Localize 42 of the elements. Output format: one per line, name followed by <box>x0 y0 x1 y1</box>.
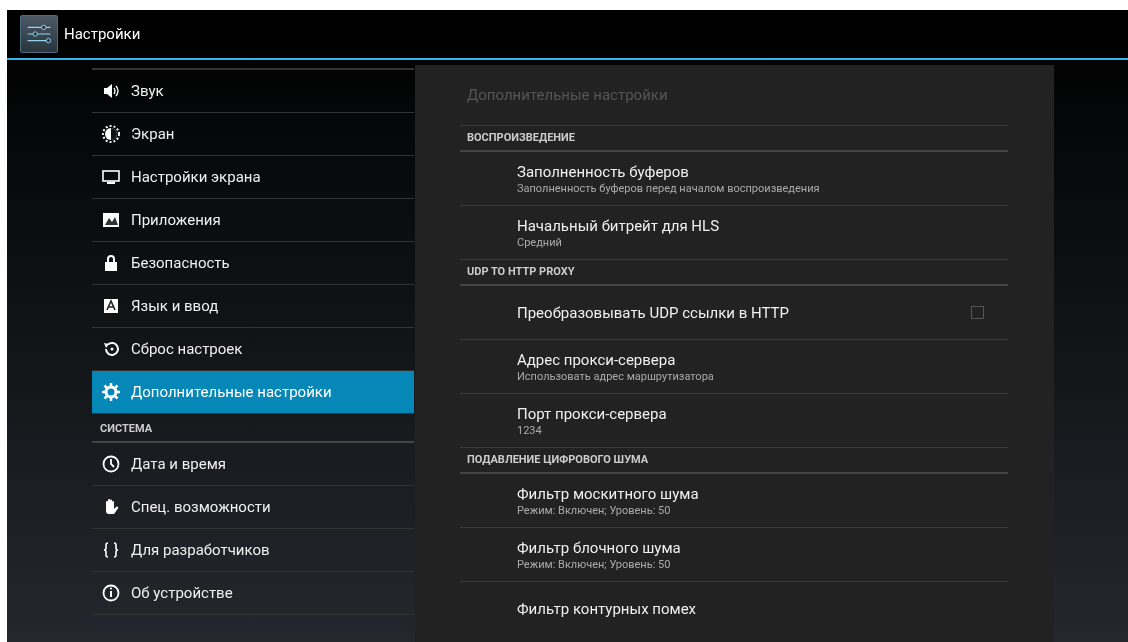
preference-title[interactable]: Заполненность буферов <box>517 162 689 181</box>
settings-app-icon <box>20 15 58 53</box>
preference-summary: Средний <box>517 235 562 249</box>
preference-summary: Использовать адрес маршрутизатора <box>517 369 714 383</box>
reset-icon <box>101 339 121 359</box>
sidebar-item[interactable]: Спец. возможности <box>92 486 414 529</box>
section-header: UDP TO HTTP PROXY <box>460 260 1008 286</box>
picture-icon <box>101 210 121 230</box>
section-header: ПОДАВЛЕНИЕ ЦИФРОВОГО ШУМА <box>460 448 1008 474</box>
sidebar-item[interactable]: Дополнительные настройки <box>92 371 414 414</box>
sidebar-item[interactable]: Безопасность <box>92 242 414 285</box>
section-header: ВОСПРОИЗВЕДЕНИЕ <box>460 126 1008 152</box>
preference-title[interactable]: Фильтр москитного шума <box>517 484 699 503</box>
preference-title[interactable]: Адрес прокси-сервера <box>517 350 676 369</box>
preference-summary: Режим: Включен; Уровень: 50 <box>517 503 671 517</box>
gear-icon <box>101 382 121 402</box>
keyboard-letter-icon <box>101 296 121 316</box>
sidebar-item[interactable]: Приложения <box>92 199 414 242</box>
sidebar-item[interactable]: Экран <box>92 113 414 156</box>
speaker-icon <box>101 81 121 101</box>
sidebar-item[interactable]: Звук <box>92 70 414 113</box>
checkbox[interactable] <box>971 306 984 319</box>
braces-icon <box>101 540 121 560</box>
monitor-icon <box>101 167 121 187</box>
sidebar-item[interactable]: Язык и ввод <box>92 285 414 328</box>
preference-summary: 1234 <box>517 423 542 437</box>
sidebar-item[interactable]: Для разработчиков <box>92 529 414 572</box>
preference-title[interactable]: Фильтр блочного шума <box>517 538 681 557</box>
preference-title[interactable]: Преобразовывать UDP ссылки в HTTP <box>517 303 789 322</box>
app-title: Настройки <box>64 25 141 43</box>
preference-title[interactable]: Фильтр контурных помех <box>517 600 697 618</box>
brightness-icon <box>101 124 121 144</box>
info-icon <box>101 583 121 603</box>
preference-title[interactable]: Начальный битрейт для HLS <box>517 216 720 235</box>
clock-icon <box>101 454 121 474</box>
sidebar-item[interactable]: Об устройстве <box>92 572 414 615</box>
preference-title[interactable]: Порт прокси-сервера <box>517 404 667 423</box>
preference-summary: Режим: Включен; Уровень: 50 <box>517 557 671 571</box>
sidebar-item[interactable]: Дата и время <box>92 443 414 486</box>
preference-summary: Заполненность буферов перед началом воспроизведения <box>517 181 820 195</box>
sidebar-item[interactable]: Настройки экрана <box>92 156 414 199</box>
section-header: СИСТЕМА <box>92 414 414 443</box>
